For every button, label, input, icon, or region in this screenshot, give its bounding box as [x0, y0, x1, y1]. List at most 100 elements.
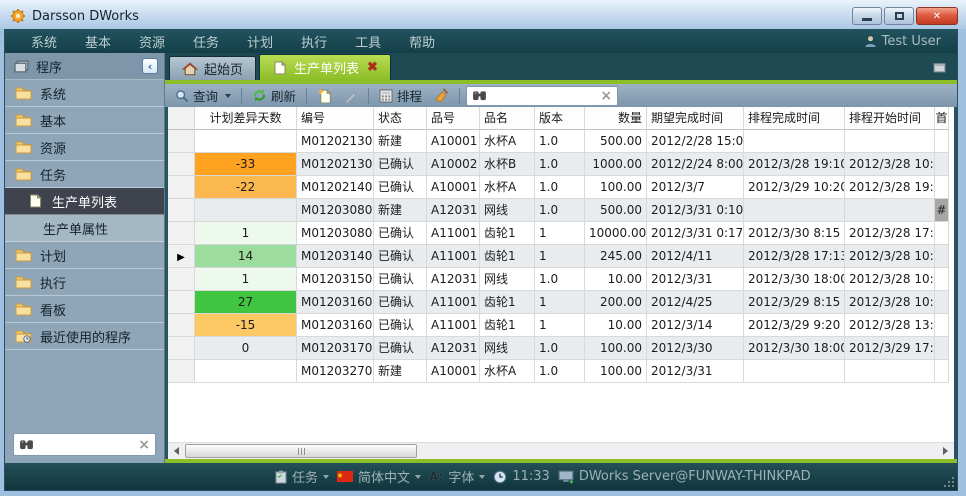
sidebar-item[interactable]: 任务	[5, 161, 164, 188]
sidebar-item[interactable]: 资源	[5, 134, 164, 161]
cell-expected-finish-time[interactable]: 2012/3/7	[647, 176, 744, 199]
sidebar-item[interactable]: 最近使用的程序	[5, 323, 164, 350]
table-row[interactable]: ▶ 14 M012031402 已确认 A11001 齿轮1 1 245.00 …	[168, 245, 954, 268]
cell-expected-finish-time[interactable]: 2012/3/31	[647, 268, 744, 291]
table-row[interactable]: ▶ -15 M012031602 已确认 A11001 齿轮1 1 10.00 …	[168, 314, 954, 337]
row-selector[interactable]: ▶	[168, 199, 195, 222]
user-button[interactable]: Test User	[864, 34, 945, 49]
cell-sched-finish-time[interactable]	[744, 199, 845, 222]
minimize-button[interactable]	[852, 7, 882, 25]
sidebar-collapse-button[interactable]: ‹	[142, 58, 158, 74]
cell-overflow-indicator[interactable]	[935, 130, 949, 153]
cell-expected-finish-time[interactable]: 2012/3/31 0:17	[647, 222, 744, 245]
sidebar-item[interactable]: 生产单属性	[5, 215, 164, 242]
cell-quantity[interactable]: 100.00	[585, 176, 647, 199]
cell-item-name[interactable]: 齿轮1	[480, 222, 535, 245]
table-row[interactable]: ▶ 1 M012031501 已确认 A12031 网线 1.0 10.00 2…	[168, 268, 954, 291]
cell-item-no[interactable]: A12031	[427, 199, 480, 222]
table-row[interactable]: ▶ 1 M012030802 已确认 A11001 齿轮1 1 10000.00…	[168, 222, 954, 245]
cell-version[interactable]: 1	[535, 291, 585, 314]
cell-order-no[interactable]: M012030802	[297, 222, 374, 245]
sidebar-search-input[interactable]	[38, 438, 134, 452]
cell-item-no[interactable]: A12031	[427, 268, 480, 291]
schedule-button[interactable]: 排程	[375, 85, 426, 106]
cell-sched-finish-time[interactable]	[744, 360, 845, 383]
cell-sched-start-time[interactable]	[845, 199, 935, 222]
menu-item[interactable]: 任务	[179, 32, 233, 51]
cell-expected-finish-time[interactable]: 2012/3/14	[647, 314, 744, 337]
cell-item-no[interactable]: A11001	[427, 291, 480, 314]
table-row[interactable]: ▶ -22 M012021401 已确认 A10001 水杯A 1.0 100.…	[168, 176, 954, 199]
cell-plan-diff-days[interactable]: 27	[195, 291, 297, 314]
header-sched-finish-time[interactable]: 排程完成时间	[744, 107, 845, 130]
menu-item[interactable]: 基本	[71, 32, 125, 51]
cell-item-name[interactable]: 水杯A	[480, 130, 535, 153]
cell-expected-finish-time[interactable]: 2012/4/25	[647, 291, 744, 314]
cell-order-no[interactable]: M012030801	[297, 199, 374, 222]
cell-item-no[interactable]: A10002	[427, 153, 480, 176]
cell-quantity[interactable]: 245.00	[585, 245, 647, 268]
cell-expected-finish-time[interactable]: 2012/3/31	[647, 360, 744, 383]
sidebar-item[interactable]: 系统	[5, 80, 164, 107]
edit-button[interactable]	[340, 85, 362, 106]
cell-status[interactable]: 已确认	[374, 337, 427, 360]
cell-plan-diff-days[interactable]: 14	[195, 245, 297, 268]
cell-quantity[interactable]: 10.00	[585, 314, 647, 337]
new-order-button[interactable]	[313, 85, 336, 106]
float-window-icon[interactable]	[932, 60, 947, 73]
cell-sched-finish-time[interactable]: 2012/3/30 18:00	[744, 268, 845, 291]
cell-overflow-indicator[interactable]	[935, 268, 949, 291]
row-selector[interactable]: ▶	[168, 268, 195, 291]
cell-sched-finish-time[interactable]: 2012/3/29 9:20	[744, 314, 845, 337]
cell-sched-finish-time[interactable]: 2012/3/29 8:15	[744, 291, 845, 314]
sidebar-item[interactable]: 计划	[5, 242, 164, 269]
cell-item-no[interactable]: A11001	[427, 314, 480, 337]
cell-plan-diff-days[interactable]: 1	[195, 222, 297, 245]
cell-item-name[interactable]: 水杯B	[480, 153, 535, 176]
sidebar-item[interactable]: 看板	[5, 296, 164, 323]
cell-expected-finish-time[interactable]: 2012/2/24 8:00	[647, 153, 744, 176]
row-selector[interactable]: ▶	[168, 153, 195, 176]
cell-quantity[interactable]: 500.00	[585, 199, 647, 222]
cell-plan-diff-days[interactable]	[195, 130, 297, 153]
menu-item[interactable]: 帮助	[395, 32, 449, 51]
scroll-left-button[interactable]	[168, 443, 185, 459]
cell-expected-finish-time[interactable]: 2012/2/28 15:00	[647, 130, 744, 153]
cell-overflow-indicator[interactable]	[935, 153, 949, 176]
cell-overflow-indicator[interactable]	[935, 176, 949, 199]
cell-item-name[interactable]: 齿轮1	[480, 291, 535, 314]
cell-sched-finish-time[interactable]: 2012/3/29 10:20	[744, 176, 845, 199]
tab[interactable]: 起始页 ✖	[169, 56, 256, 80]
close-button[interactable]: ✕	[916, 7, 958, 25]
cell-version[interactable]: 1.0	[535, 360, 585, 383]
cell-order-no[interactable]: M012031501	[297, 268, 374, 291]
toolbar-search-input[interactable]	[491, 89, 596, 103]
cell-item-name[interactable]: 网线	[480, 337, 535, 360]
toolbar-search-clear-icon[interactable]: ×	[600, 89, 612, 103]
menu-item[interactable]: 执行	[287, 32, 341, 51]
cell-quantity[interactable]: 10.00	[585, 268, 647, 291]
row-selector[interactable]: ▶	[168, 245, 195, 268]
resize-grip[interactable]	[944, 477, 954, 487]
cell-order-no[interactable]: M012032701	[297, 360, 374, 383]
cell-item-no[interactable]: A11001	[427, 245, 480, 268]
maximize-button[interactable]	[884, 7, 914, 25]
table-row[interactable]: ▶ -33 M012021302 已确认 A10002 水杯B 1.0 1000…	[168, 153, 954, 176]
cell-order-no[interactable]: M012031402	[297, 245, 374, 268]
cell-quantity[interactable]: 500.00	[585, 130, 647, 153]
cell-sched-finish-time[interactable]: 2012/3/30 8:15	[744, 222, 845, 245]
cell-sched-start-time[interactable]: 2012/3/28 10:52	[845, 268, 935, 291]
table-row[interactable]: ▶ 0 M012031701 已确认 A12031 网线 1.0 100.00 …	[168, 337, 954, 360]
cell-overflow-indicator[interactable]: #	[935, 199, 949, 222]
cell-item-name[interactable]: 网线	[480, 199, 535, 222]
cell-sched-finish-time[interactable]: 2012/3/28 17:13	[744, 245, 845, 268]
cell-overflow-indicator[interactable]	[935, 245, 949, 268]
row-selector[interactable]: ▶	[168, 222, 195, 245]
cell-sched-start-time[interactable]: 2012/3/28 10:52	[845, 245, 935, 268]
cell-status[interactable]: 已确认	[374, 245, 427, 268]
cell-order-no[interactable]: M012031701	[297, 337, 374, 360]
sidebar-item[interactable]: 基本	[5, 107, 164, 134]
cell-item-name[interactable]: 水杯A	[480, 360, 535, 383]
cell-version[interactable]: 1.0	[535, 176, 585, 199]
cell-status[interactable]: 已确认	[374, 268, 427, 291]
